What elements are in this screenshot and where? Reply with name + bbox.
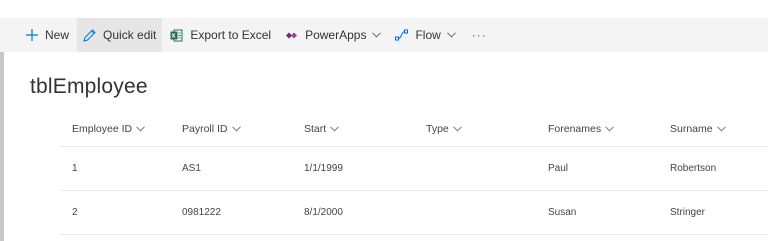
left-panel-edge [0, 52, 4, 241]
more-options-button[interactable]: ··· [464, 18, 495, 52]
column-header-forenames[interactable]: Forenames [548, 123, 670, 135]
flow-menu[interactable]: Flow [389, 18, 461, 52]
cell-employee-id: 1 [72, 163, 78, 174]
flow-icon [395, 29, 409, 41]
command-bar: New Quick edit Export to Excel PowerApps… [0, 18, 768, 52]
quick-edit-button[interactable]: Quick edit [77, 18, 163, 52]
column-header-label: Type [426, 123, 449, 135]
powerapps-icon [285, 30, 298, 41]
powerapps-label: PowerApps [305, 28, 367, 42]
chevron-down-icon [330, 126, 340, 132]
export-to-excel-button[interactable]: Export to Excel [164, 18, 277, 52]
table-row[interactable]: 1 AS1 1/1/1999 Paul Robertson [60, 147, 768, 191]
new-label: New [45, 28, 70, 42]
column-header-label: Forenames [548, 123, 602, 135]
column-header-start[interactable]: Start [304, 123, 426, 135]
chevron-down-icon [372, 32, 382, 38]
column-header-label: Surname [670, 123, 713, 135]
cell-start: 8/1/2000 [304, 207, 343, 218]
page-title: tblEmployee [30, 75, 148, 98]
column-header-type[interactable]: Type [426, 123, 548, 135]
column-header-payroll-id[interactable]: Payroll ID [182, 123, 304, 135]
chevron-down-icon [446, 32, 456, 38]
new-button[interactable]: New [20, 18, 75, 52]
quick-edit-label: Quick edit [103, 28, 157, 42]
chevron-down-icon [452, 126, 462, 132]
cell-employee-id: 2 [72, 207, 78, 218]
column-header-label: Payroll ID [182, 123, 228, 135]
column-header-row: Employee ID Payroll ID Start Type Forena… [60, 112, 768, 147]
chevron-down-icon [231, 126, 241, 132]
chevron-down-icon [716, 126, 726, 132]
cell-payroll-id: 0981222 [182, 207, 221, 218]
cell-forenames: Susan [548, 207, 577, 218]
pencil-icon [83, 28, 96, 42]
chevron-down-icon [136, 126, 145, 132]
cell-payroll-id: AS1 [182, 163, 201, 174]
list-view: Employee ID Payroll ID Start Type Forena… [60, 112, 768, 235]
column-header-label: Employee ID [72, 123, 133, 135]
chevron-down-icon [605, 126, 614, 132]
column-header-employee-id[interactable]: Employee ID [60, 123, 182, 135]
cell-start: 1/1/1999 [304, 163, 343, 174]
flow-label: Flow [415, 28, 441, 42]
export-to-excel-label: Export to Excel [190, 28, 272, 42]
excel-icon [170, 29, 183, 42]
cell-surname: Stringer [670, 207, 706, 218]
ellipsis-icon: ··· [471, 28, 487, 42]
column-header-surname[interactable]: Surname [670, 123, 768, 135]
column-header-label: Start [304, 123, 327, 135]
cell-surname: Robertson [670, 163, 717, 174]
cell-forenames: Paul [548, 163, 569, 174]
table-row[interactable]: 2 0981222 8/1/2000 Susan Stringer [60, 191, 768, 235]
plus-icon [26, 29, 38, 41]
powerapps-menu[interactable]: PowerApps [279, 18, 387, 52]
